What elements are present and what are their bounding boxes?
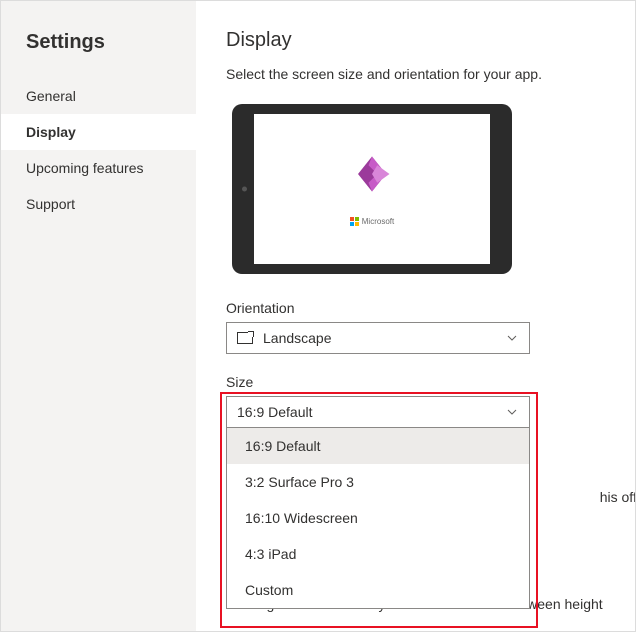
microsoft-brand-text: Microsoft — [362, 217, 394, 226]
size-option-label: 3:2 Surface Pro 3 — [245, 474, 354, 490]
size-option[interactable]: Custom — [227, 572, 529, 608]
sidebar-item-upcoming-features[interactable]: Upcoming features — [1, 150, 196, 186]
size-dropdown[interactable]: 16:9 Default — [226, 396, 530, 428]
size-option-label: 4:3 iPad — [245, 546, 296, 562]
size-option[interactable]: 16:9 Default — [227, 428, 529, 464]
size-option[interactable]: 3:2 Surface Pro 3 — [227, 464, 529, 500]
main-panel: Display Select the screen size and orien… — [196, 1, 635, 631]
size-dropdown-group: 16:9 Default 16:9 Default 3:2 Surface Pr… — [226, 396, 530, 609]
device-preview: Microsoft — [232, 104, 512, 274]
size-option-label: 16:9 Default — [245, 438, 321, 454]
device-screen: Microsoft — [254, 114, 490, 264]
device-camera-dot — [242, 187, 247, 192]
powerapps-logo-icon — [351, 153, 393, 195]
size-value: 16:9 Default — [237, 404, 313, 420]
sidebar-item-label: Display — [26, 124, 76, 140]
chevron-down-icon — [505, 405, 519, 419]
sidebar-item-general[interactable]: General — [1, 78, 196, 114]
page-title: Display — [226, 29, 605, 52]
size-dropdown-list: 16:9 Default 3:2 Surface Pro 3 16:10 Wid… — [226, 428, 530, 609]
page-subtitle: Select the screen size and orientation f… — [226, 66, 605, 82]
sidebar-item-support[interactable]: Support — [1, 186, 196, 222]
microsoft-logo-icon — [350, 217, 359, 226]
landscape-icon — [237, 332, 253, 344]
orientation-label: Orientation — [226, 300, 605, 316]
size-option[interactable]: 4:3 iPad — [227, 536, 529, 572]
settings-window: Settings General Display Upcoming featur… — [0, 0, 636, 632]
size-option-label: Custom — [245, 582, 293, 598]
chevron-down-icon — [505, 331, 519, 345]
sidebar-item-label: Support — [26, 196, 75, 212]
sidebar-title: Settings — [1, 1, 196, 78]
size-option[interactable]: 16:10 Widescreen — [227, 500, 529, 536]
size-option-label: 16:10 Widescreen — [245, 510, 358, 526]
sidebar-item-label: Upcoming features — [26, 160, 144, 176]
size-label: Size — [226, 374, 605, 390]
settings-sidebar: Settings General Display Upcoming featur… — [1, 1, 196, 631]
sidebar-item-display[interactable]: Display — [1, 114, 196, 150]
sidebar-items: General Display Upcoming features Suppor… — [1, 78, 196, 222]
orientation-dropdown[interactable]: Landscape — [226, 322, 530, 354]
orientation-value: Landscape — [263, 330, 332, 346]
sidebar-item-label: General — [26, 88, 76, 104]
microsoft-brand: Microsoft — [350, 217, 394, 226]
